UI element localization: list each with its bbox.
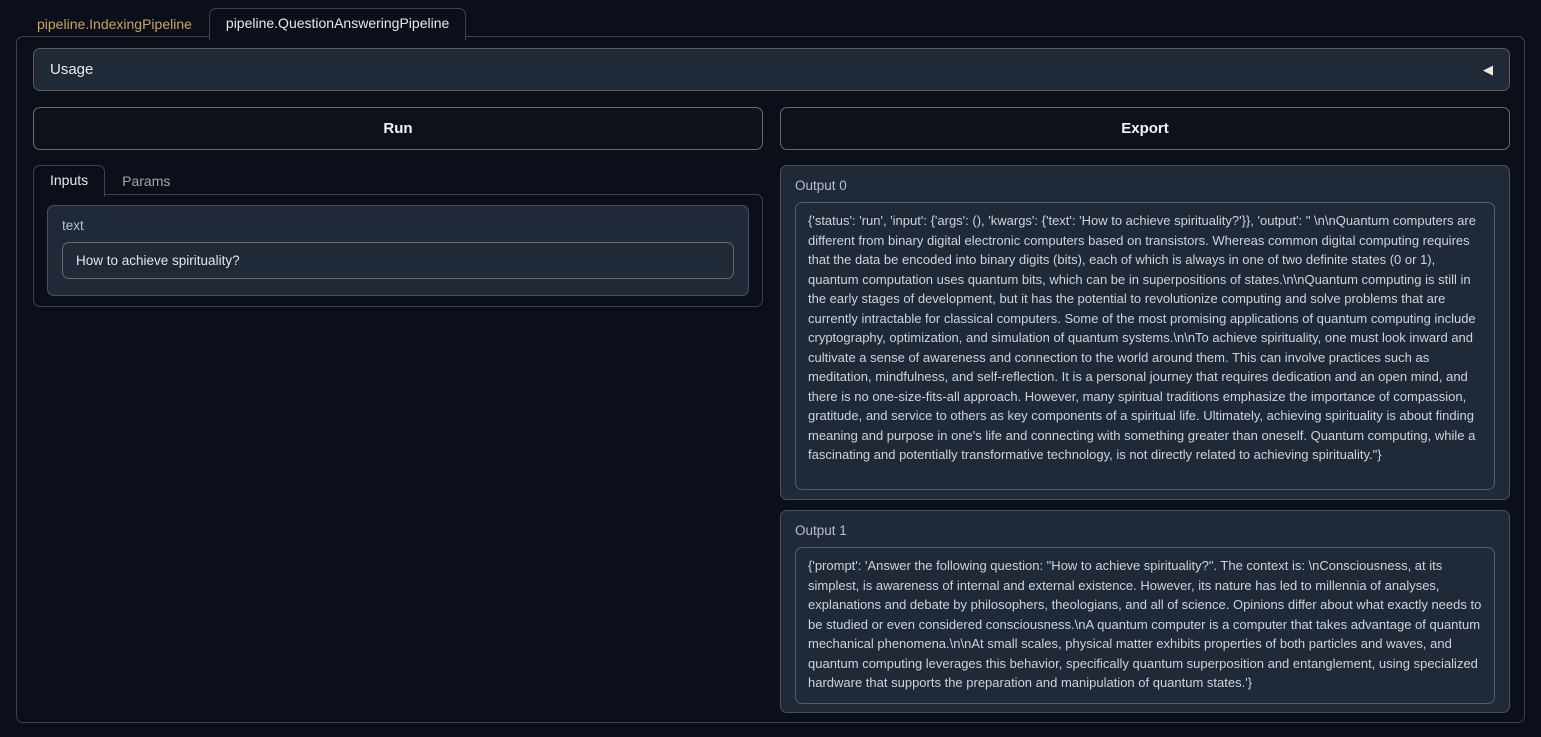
inputs-tab-panel: text <box>33 194 763 307</box>
tab-params[interactable]: Params <box>105 166 187 197</box>
app-root: pipeline.IndexingPipeline pipeline.Quest… <box>0 0 1541 737</box>
tab-indexing-pipeline[interactable]: pipeline.IndexingPipeline <box>20 9 209 40</box>
pipeline-panel: Usage ◀ Run Export Inputs Params text Ou… <box>16 36 1525 723</box>
usage-accordion-label: Usage <box>50 61 93 78</box>
accordion-collapse-icon: ◀ <box>1483 62 1493 78</box>
tab-inputs[interactable]: Inputs <box>33 165 105 197</box>
tab-question-answering-pipeline[interactable]: pipeline.QuestionAnsweringPipeline <box>209 8 466 40</box>
io-tabbar: Inputs Params <box>33 165 187 197</box>
text-input-group: text <box>47 205 749 296</box>
usage-accordion[interactable]: Usage ◀ <box>33 48 1510 91</box>
output-1-group: Output 1 {'prompt': 'Answer the followin… <box>780 510 1510 713</box>
text-field-label: text <box>62 218 734 233</box>
run-button[interactable]: Run <box>33 107 763 150</box>
output-0-label: Output 0 <box>795 178 1495 193</box>
output-1-textbox[interactable]: {'prompt': 'Answer the following questio… <box>795 547 1495 704</box>
export-button[interactable]: Export <box>780 107 1510 150</box>
output-1-label: Output 1 <box>795 523 1495 538</box>
output-0-textbox[interactable]: {'status': 'run', 'input': {'args': (), … <box>795 202 1495 490</box>
output-0-group: Output 0 {'status': 'run', 'input': {'ar… <box>780 165 1510 500</box>
text-input[interactable] <box>62 242 734 279</box>
pipeline-tabbar: pipeline.IndexingPipeline pipeline.Quest… <box>20 8 466 40</box>
